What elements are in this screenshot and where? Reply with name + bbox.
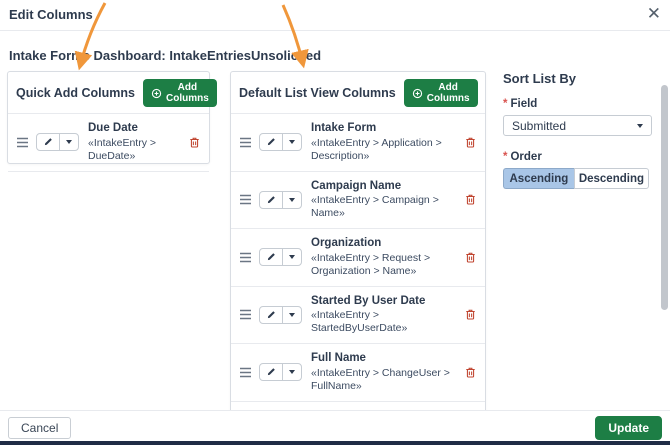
required-marker: *: [503, 98, 507, 110]
edit-dropdown-caret-icon[interactable]: [282, 192, 301, 208]
scrollbar-thumb[interactable]: [661, 85, 668, 310]
edit-dropdown-caret-icon[interactable]: [282, 364, 301, 380]
dialog-body: Intake Forms Dashboard: IntakeEntriesUns…: [0, 31, 670, 410]
edit-button-group[interactable]: [259, 363, 302, 381]
order-ascending-button[interactable]: Ascending: [503, 168, 574, 189]
column-path: «IntakeEntry > ChangeUser > FullName»: [311, 367, 460, 393]
column-label: Organization: [311, 237, 460, 251]
column-row: Username/Email «IntakeEntry > ChangeUser…: [231, 402, 485, 411]
edit-pencil-icon[interactable]: [260, 364, 282, 380]
column-label: Started By User Date: [311, 295, 460, 309]
edit-pencil-icon[interactable]: [260, 307, 282, 323]
quick-add-columns-panel: Quick Add Columns Add Columns: [7, 71, 210, 164]
dialog-header: Edit Columns ✕: [0, 0, 670, 31]
column-info: Due Date «IntakeEntry > DueDate»: [79, 122, 188, 163]
default-add-button-label: Add Columns: [427, 82, 470, 104]
column-label: Intake Form: [311, 122, 460, 136]
edit-dropdown-caret-icon[interactable]: [282, 134, 301, 150]
dialog-footer: Cancel Update: [0, 410, 670, 441]
select-caret-icon: [637, 124, 643, 128]
delete-column-icon[interactable]: [188, 136, 201, 149]
delete-column-icon[interactable]: [464, 366, 477, 379]
required-marker: *: [503, 151, 507, 163]
order-descending-button[interactable]: Descending: [574, 168, 649, 189]
column-row: Full Name «IntakeEntry > ChangeUser > Fu…: [231, 344, 485, 402]
sort-field-select[interactable]: Submitted: [503, 115, 652, 136]
delete-column-icon[interactable]: [464, 251, 477, 264]
sort-field-value: Submitted: [512, 119, 566, 133]
cancel-button[interactable]: Cancel: [8, 417, 71, 439]
quick-add-button-label: Add Columns: [166, 82, 209, 104]
edit-button-group[interactable]: [259, 191, 302, 209]
plus-circle-icon: [151, 88, 162, 99]
dashboard-subtitle: Intake Forms Dashboard: IntakeEntriesUns…: [9, 48, 321, 63]
delete-column-icon[interactable]: [464, 193, 477, 206]
order-label: *Order: [503, 151, 653, 163]
column-path: «IntakeEntry > Campaign > Name»: [311, 194, 460, 220]
column-row: Started By User Date «IntakeEntry > Star…: [231, 287, 485, 345]
column-path: «IntakeEntry > StartedByUserDate»: [311, 309, 460, 335]
quick-add-panel-title: Quick Add Columns: [16, 86, 135, 100]
drag-handle-icon[interactable]: [239, 137, 252, 148]
column-row: Due Date «IntakeEntry > DueDate»: [8, 114, 209, 172]
edit-dropdown-caret-icon[interactable]: [59, 134, 78, 150]
edit-button-group[interactable]: [259, 133, 302, 151]
edit-columns-dialog: Edit Columns ✕ Intake Forms Dashboard: I…: [0, 0, 670, 445]
delete-column-icon[interactable]: [464, 136, 477, 149]
column-path: «IntakeEntry > Request > Organization > …: [311, 252, 460, 278]
plus-circle-icon: [412, 88, 423, 99]
column-row: Campaign Name «IntakeEntry > Campaign > …: [231, 172, 485, 230]
column-label: Campaign Name: [311, 180, 460, 194]
delete-column-icon[interactable]: [464, 308, 477, 321]
sort-order-toggle: Ascending Descending: [503, 168, 649, 189]
drag-handle-icon[interactable]: [239, 194, 252, 205]
column-row: Intake Form «IntakeEntry > Application >…: [231, 114, 485, 172]
column-info: Organization «IntakeEntry > Request > Or…: [302, 237, 464, 278]
default-list-panel-title: Default List View Columns: [239, 86, 396, 100]
update-button[interactable]: Update: [595, 416, 662, 440]
edit-pencil-icon[interactable]: [260, 192, 282, 208]
column-row: Organization «IntakeEntry > Request > Or…: [231, 229, 485, 287]
edit-pencil-icon[interactable]: [260, 134, 282, 150]
quick-add-columns-button[interactable]: Add Columns: [143, 79, 217, 107]
edit-button-group[interactable]: [259, 248, 302, 266]
column-path: «IntakeEntry > Application > Description…: [311, 137, 460, 163]
quick-add-panel-header: Quick Add Columns Add Columns: [8, 72, 209, 114]
sort-section-title: Sort List By: [503, 71, 653, 86]
page-edge-strip: [0, 441, 670, 445]
edit-button-group[interactable]: [36, 133, 79, 151]
column-label: Due Date: [88, 122, 184, 136]
edit-pencil-icon[interactable]: [37, 134, 59, 150]
edit-pencil-icon[interactable]: [260, 249, 282, 265]
default-list-view-columns-panel: Default List View Columns Add Columns In…: [230, 71, 486, 410]
drag-handle-icon[interactable]: [16, 137, 29, 148]
column-label: Full Name: [311, 352, 460, 366]
column-path: «IntakeEntry > DueDate»: [88, 137, 184, 163]
field-label: *Field: [503, 98, 653, 110]
edit-button-group[interactable]: [259, 306, 302, 324]
drag-handle-icon[interactable]: [239, 309, 252, 320]
sort-list-by-section: Sort List By *Field Submitted *Order Asc…: [503, 71, 653, 189]
drag-handle-icon[interactable]: [239, 252, 252, 263]
column-info: Intake Form «IntakeEntry > Application >…: [302, 122, 464, 163]
drag-handle-icon[interactable]: [239, 367, 252, 378]
default-add-columns-button[interactable]: Add Columns: [404, 79, 478, 107]
edit-dropdown-caret-icon[interactable]: [282, 249, 301, 265]
column-info: Campaign Name «IntakeEntry > Campaign > …: [302, 180, 464, 221]
dialog-title: Edit Columns: [9, 7, 93, 22]
close-icon[interactable]: ✕: [647, 4, 661, 24]
edit-dropdown-caret-icon[interactable]: [282, 307, 301, 323]
column-info: Started By User Date «IntakeEntry > Star…: [302, 295, 464, 336]
default-list-panel-header: Default List View Columns Add Columns: [231, 72, 485, 114]
column-info: Full Name «IntakeEntry > ChangeUser > Fu…: [302, 352, 464, 393]
